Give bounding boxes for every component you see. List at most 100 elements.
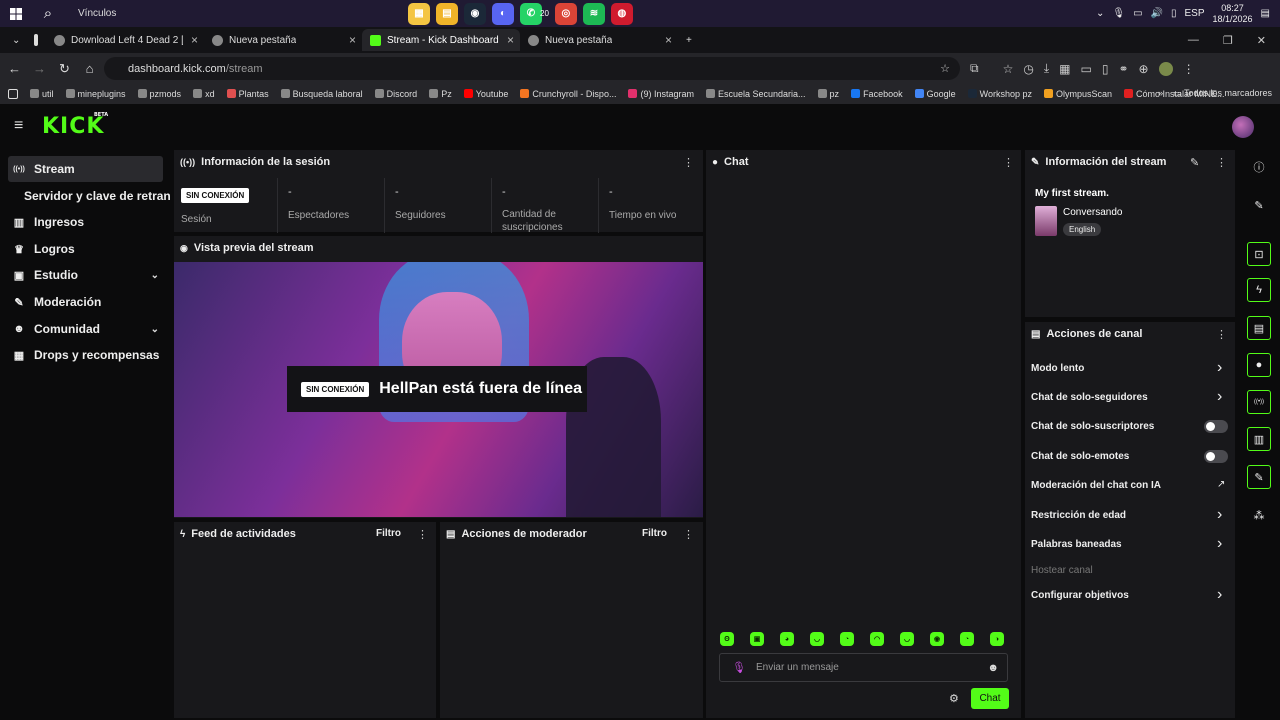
bookmark-item[interactable]: pz <box>817 89 839 99</box>
forward-icon[interactable]: → <box>27 61 52 76</box>
tab-group-icon[interactable] <box>26 29 46 51</box>
sidebar-item[interactable]: ((•)) Stream <box>8 156 163 182</box>
sidebar-item[interactable]: ▥ Ingresos <box>8 209 163 235</box>
sidebar-item[interactable]: ☻ Comunidad ⌄ <box>8 316 163 342</box>
chat-send-button[interactable]: Chat <box>971 688 1009 709</box>
maximize-icon[interactable]: ❐ <box>1223 34 1233 47</box>
notifications-icon[interactable]: ▤ <box>1261 8 1270 19</box>
minimize-icon[interactable]: — <box>1188 34 1199 46</box>
language-indicator[interactable]: ESP <box>1184 8 1204 19</box>
chevron-down-icon[interactable]: ⌄ <box>151 270 159 281</box>
link-icon[interactable]: ⚭ <box>1118 62 1128 76</box>
emote-icon[interactable]: ◉ <box>930 632 944 646</box>
channel-action-item[interactable]: Moderación del chat con IA <box>1031 480 1161 491</box>
emote-icon[interactable]: ʘ <box>720 632 734 646</box>
browser-tab[interactable]: Nueva pestaña × <box>520 29 678 51</box>
update-icon[interactable]: ⊕ <box>1139 62 1149 76</box>
toggle-switch[interactable] <box>1204 450 1228 463</box>
home-icon[interactable]: ⌂ <box>77 61 102 76</box>
external-link-icon[interactable]: ↗ <box>1217 479 1225 490</box>
discord-app-icon[interactable]: ◐ <box>492 2 514 25</box>
user-avatar[interactable] <box>1232 116 1254 138</box>
emote-icon[interactable]: ◡ <box>900 632 914 646</box>
sidebar-item[interactable]: ✎ Moderación <box>8 289 163 315</box>
bookmark-item[interactable]: mineplugins <box>65 89 126 99</box>
pencil-icon[interactable]: ✎ <box>1247 193 1271 217</box>
mod-menu-icon[interactable]: ⋮ <box>683 528 694 541</box>
tab-close-icon[interactable]: × <box>507 33 514 47</box>
bookmark-item[interactable]: Pz <box>429 89 452 99</box>
favorites-icon[interactable]: ☆ <box>1003 62 1014 76</box>
sidebar-item[interactable]: Servidor y clave de retransmisión <box>8 183 170 209</box>
volume-icon[interactable]: 🔊 <box>1151 8 1163 19</box>
opera-app-icon[interactable]: ◍ <box>610 2 633 25</box>
reading-icon[interactable]: ▯ <box>1102 62 1109 76</box>
mod-filter-button[interactable]: Filtro <box>642 528 667 539</box>
chevron-right-icon[interactable]: › <box>1217 506 1222 524</box>
focus-icon[interactable]: ⊡ <box>1247 242 1271 266</box>
taskbar-links-label[interactable]: Vínculos <box>78 8 408 19</box>
toggle-switch[interactable] <box>1204 420 1228 433</box>
category-thumbnail[interactable] <box>1035 206 1057 236</box>
chrome-app-icon[interactable]: ◎ <box>554 2 577 25</box>
bookmark-item[interactable]: Workshop pz <box>967 89 1032 99</box>
bookmark-item[interactable]: util <box>30 89 54 99</box>
emote-icon[interactable]: ◕ <box>780 632 794 646</box>
bookmark-item[interactable]: Busqueda laboral <box>280 89 363 99</box>
explorer-app-icon[interactable]: ▤ <box>436 2 458 25</box>
sidebar-item[interactable]: ▣ Estudio ⌄ <box>8 262 163 288</box>
tab-search-button[interactable]: ⌄ <box>4 29 26 51</box>
chevron-right-icon[interactable]: › <box>1217 586 1222 604</box>
document-icon[interactable]: ▤ <box>1247 316 1271 340</box>
battery-icon[interactable]: ▯ <box>1171 8 1177 19</box>
emote-icon[interactable]: ◔ <box>840 632 854 646</box>
whatsapp-app-icon[interactable]: ✆ <box>520 2 542 25</box>
emoji-icon[interactable]: ☻ <box>987 662 999 674</box>
sidebar-item[interactable]: ♛ Logros <box>8 236 163 262</box>
sidebar-item[interactable]: ▦ Drops y recompensas <box>8 342 163 368</box>
download-icon[interactable]: ⤓ <box>1044 61 1049 76</box>
microphone-icon[interactable]: 🎙 <box>732 661 746 674</box>
browser-menu-icon[interactable]: ⋮ <box>1183 62 1195 76</box>
bookmark-item[interactable]: Google <box>914 89 956 99</box>
address-bar[interactable]: dashboard.kick.com/stream ☆ <box>104 57 960 80</box>
chevron-right-icon[interactable]: › <box>1217 388 1222 406</box>
wrench-icon[interactable]: ✎ <box>1247 465 1271 489</box>
emote-icon[interactable]: ◡ <box>810 632 824 646</box>
edit-stream-info-icon[interactable]: ✎ <box>1190 156 1199 169</box>
channel-action-item[interactable]: Chat de solo-emotes <box>1031 451 1129 462</box>
stream-info-menu-icon[interactable]: ⋮ <box>1216 156 1227 169</box>
taskbar-search-icon[interactable]: ⌕ <box>32 0 64 27</box>
chat-message-input[interactable] <box>755 662 988 673</box>
back-icon[interactable]: ← <box>2 61 27 76</box>
bookmark-star-icon[interactable]: ☆ <box>940 62 950 75</box>
browser-tab[interactable]: Stream - Kick Dashboard × <box>362 29 520 51</box>
network-icon[interactable]: ▭ <box>1133 8 1142 19</box>
bookmark-item[interactable]: Facebook <box>851 89 903 99</box>
broadcast-icon[interactable]: ((•)) <box>1247 390 1271 414</box>
tab-close-icon[interactable]: × <box>349 33 356 47</box>
windows-start-icon[interactable] <box>0 0 32 27</box>
chevron-down-icon[interactable]: ⌄ <box>151 324 159 335</box>
extensions-icon[interactable]: ⧉ <box>970 61 979 76</box>
info-icon[interactable]: ⓘ <box>1247 155 1271 179</box>
emote-icon[interactable]: ▣ <box>750 632 764 646</box>
hamburger-menu-icon[interactable]: ≡ <box>14 117 34 135</box>
tab-close-icon[interactable]: × <box>191 33 198 47</box>
bookmark-item[interactable]: Plantas <box>226 89 269 99</box>
chevron-right-icon[interactable]: › <box>1217 535 1222 553</box>
channel-action-item[interactable]: Palabras baneadas <box>1031 539 1122 550</box>
tab-close-icon[interactable]: × <box>665 33 672 47</box>
channel-action-item[interactable]: Chat de solo-suscriptores <box>1031 421 1154 432</box>
channel-actions-menu-icon[interactable]: ⋮ <box>1216 328 1227 341</box>
taskbar-clock[interactable]: 08:27 18/1/2026 <box>1213 3 1253 25</box>
bookmark-item[interactable]: Discord <box>374 89 417 99</box>
close-window-icon[interactable]: ✕ <box>1257 34 1266 47</box>
browser-tab[interactable]: Nueva pestaña × <box>204 29 362 51</box>
bookmark-item[interactable]: OlympusScan <box>1043 89 1112 99</box>
chat-settings-gear-icon[interactable]: ⚙ <box>949 692 959 705</box>
bookmark-item[interactable]: Crunchyroll - Dispo... <box>520 89 616 99</box>
session-menu-icon[interactable]: ⋮ <box>683 156 694 169</box>
cast-icon[interactable]: ▭ <box>1080 62 1091 76</box>
channel-action-item[interactable]: Configurar objetivos <box>1031 590 1129 601</box>
